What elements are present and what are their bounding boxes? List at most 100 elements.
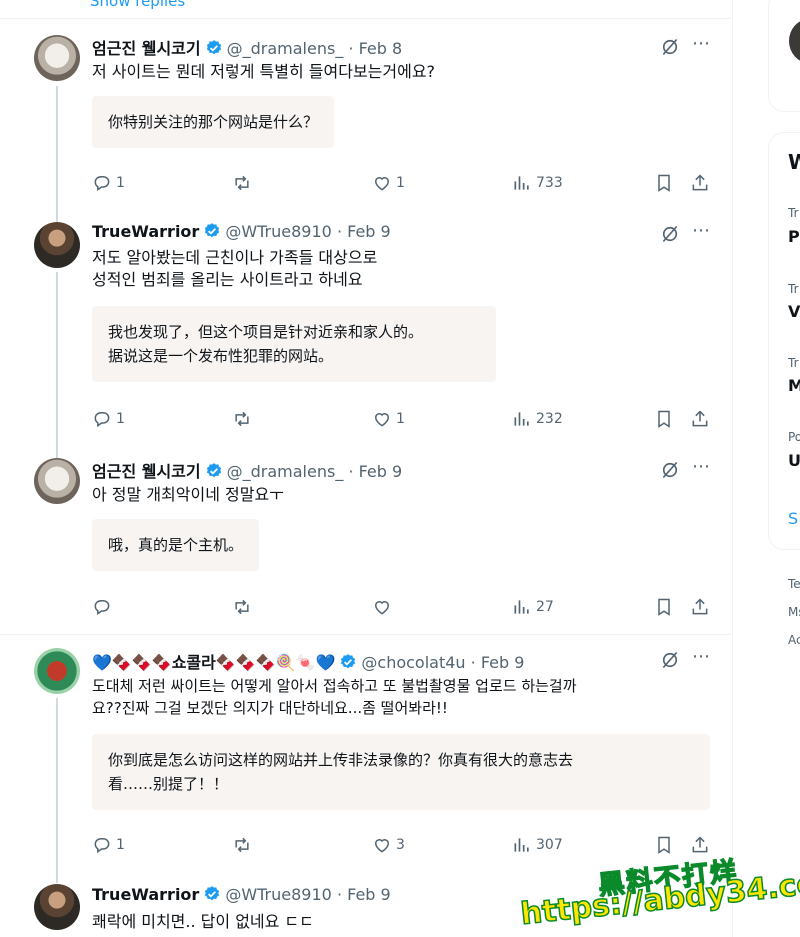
bookmark-button[interactable]: [654, 597, 674, 617]
handle[interactable]: @WTrue8910: [225, 222, 332, 241]
views-icon: [514, 838, 529, 852]
repost-button[interactable]: [232, 835, 256, 855]
avatar[interactable]: [34, 884, 80, 930]
display-name[interactable]: TrueWarrior: [92, 222, 199, 241]
top-card: [768, 0, 800, 112]
reply-button[interactable]: 1: [92, 173, 125, 193]
reply-count: 1: [116, 837, 125, 853]
avatar[interactable]: [34, 35, 80, 81]
trend-item[interactable]: P: [788, 227, 800, 246]
trend-item[interactable]: V: [788, 302, 800, 321]
timestamp[interactable]: · Feb 9: [337, 222, 391, 241]
bookmark-button[interactable]: [654, 835, 674, 855]
like-button[interactable]: 1: [372, 409, 405, 429]
views-button[interactable]: 733: [512, 173, 563, 193]
reply-button[interactable]: 1: [92, 835, 125, 855]
grok-icon[interactable]: [660, 37, 680, 57]
timestamp[interactable]: · Feb 9: [337, 885, 391, 904]
views-button[interactable]: 232: [512, 409, 563, 429]
tweet-text-line: 도대체 저런 싸이트는 어떻게 알아서 접속하고 또 불법촬영물 업로드 하는걸…: [92, 677, 577, 695]
handle[interactable]: @chocolat4u: [361, 653, 465, 672]
show-more-link[interactable]: S: [788, 509, 798, 528]
timestamp[interactable]: · Feb 9: [471, 653, 525, 672]
trends-card: [768, 132, 800, 550]
views-button[interactable]: 307: [512, 835, 563, 855]
more-options-icon[interactable]: ⋯: [692, 456, 711, 477]
trend-item[interactable]: U: [788, 451, 800, 470]
share-button[interactable]: [690, 835, 710, 855]
tweet-text: 아 정말 개최악이네 정말요ㅜ: [92, 485, 284, 504]
tweet-text: 저 사이트는 뭔데 저렇게 특별히 들여다보는거에요?: [92, 62, 436, 81]
repost-button[interactable]: [232, 597, 256, 617]
footer-link[interactable]: Ms: [788, 605, 800, 619]
tweet-header: TrueWarrior @WTrue8910 · Feb 9: [92, 222, 391, 244]
footer-link[interactable]: Te: [788, 577, 800, 591]
avatar[interactable]: [34, 222, 80, 268]
like-count: 1: [396, 411, 405, 427]
timestamp[interactable]: · Feb 9: [348, 462, 402, 481]
like-button[interactable]: 1: [372, 173, 405, 193]
repost-button[interactable]: [232, 173, 256, 193]
reply-icon: [94, 838, 110, 854]
handle[interactable]: @WTrue8910: [225, 885, 332, 904]
reply-button[interactable]: [92, 597, 116, 617]
display-name[interactable]: 엄근진 웰시코기: [92, 462, 201, 481]
display-name[interactable]: 엄근진 웰시코기: [92, 39, 201, 58]
trend-label: Po: [788, 430, 800, 444]
right-sidebar: W Tr P Tr V Tr M Po U S Te Ms Ac: [752, 0, 800, 937]
divider: [0, 634, 732, 635]
avatar[interactable]: [34, 458, 80, 504]
repost-icon: [235, 175, 249, 191]
handle[interactable]: @_dramalens_: [227, 462, 344, 481]
more-options-icon[interactable]: ⋯: [692, 646, 711, 667]
show-replies-link[interactable]: Show replies: [90, 0, 185, 10]
heart-icon: [374, 839, 390, 853]
views-button[interactable]: 27: [512, 597, 554, 617]
trend-item[interactable]: M: [788, 376, 800, 395]
like-button[interactable]: 3: [372, 835, 405, 855]
trend-label: Tr: [788, 356, 799, 370]
share-button[interactable]: [690, 173, 710, 193]
display-name[interactable]: TrueWarrior: [92, 885, 199, 904]
handle[interactable]: @_dramalens_: [227, 39, 344, 58]
translation-line: 我也发现了，但这个项目是针对近亲和家人的。: [108, 323, 424, 341]
share-icon: [692, 174, 708, 191]
verified-badge-icon: [205, 462, 223, 484]
like-count: 3: [396, 837, 405, 853]
heart-icon: [374, 601, 390, 615]
share-button[interactable]: [690, 597, 710, 617]
avatar[interactable]: [34, 648, 80, 694]
reply-icon: [94, 412, 110, 428]
bookmark-button[interactable]: [654, 173, 674, 193]
verified-badge-icon: [339, 653, 357, 675]
trend-label: Tr: [788, 206, 799, 220]
grok-icon[interactable]: [660, 460, 680, 480]
timestamp[interactable]: · Feb 8: [348, 39, 402, 58]
repost-button[interactable]: [232, 409, 256, 429]
tweet-text-line: 요??진짜 그걸 보겠단 의지가 대단하네요...좀 떨어봐라!!: [92, 699, 448, 717]
share-button[interactable]: [690, 409, 710, 429]
grok-icon[interactable]: [660, 650, 680, 670]
tweet-header: TrueWarrior @WTrue8910 · Feb 9: [92, 885, 391, 907]
tweet-text: 저도 알아봤는데 근친이나 가족들 대상으로 성적인 범죄를 올리는 사이트라고…: [92, 247, 712, 291]
repost-icon: [235, 599, 249, 615]
trend-label: Tr: [788, 282, 799, 296]
more-options-icon[interactable]: ⋯: [692, 220, 711, 241]
view-count: 733: [536, 175, 563, 191]
share-icon: [692, 410, 708, 427]
translation-line: 据说这是一个发布性犯罪的网站。: [108, 347, 334, 365]
thread-line: [56, 272, 58, 458]
display-name[interactable]: 💙🍫🍫🍫쇼콜라🍫🍫🍫🍭🍬💙: [92, 653, 335, 672]
grok-icon[interactable]: [660, 224, 680, 244]
like-button[interactable]: [372, 597, 396, 617]
more-options-icon[interactable]: ⋯: [692, 33, 711, 54]
reply-button[interactable]: 1: [92, 409, 125, 429]
views-icon: [514, 176, 529, 190]
footer-link[interactable]: Ac: [788, 633, 800, 647]
reply-count: 1: [116, 411, 125, 427]
tweet-header: 💙🍫🍫🍫쇼콜라🍫🍫🍫🍭🍬💙 @chocolat4u · Feb 9: [92, 649, 524, 675]
bookmark-button[interactable]: [654, 409, 674, 429]
avatar[interactable]: [789, 19, 800, 63]
reply-icon: [94, 600, 110, 616]
tweet-text-line: 성적인 범죄를 올리는 사이트라고 하네요: [92, 270, 363, 289]
